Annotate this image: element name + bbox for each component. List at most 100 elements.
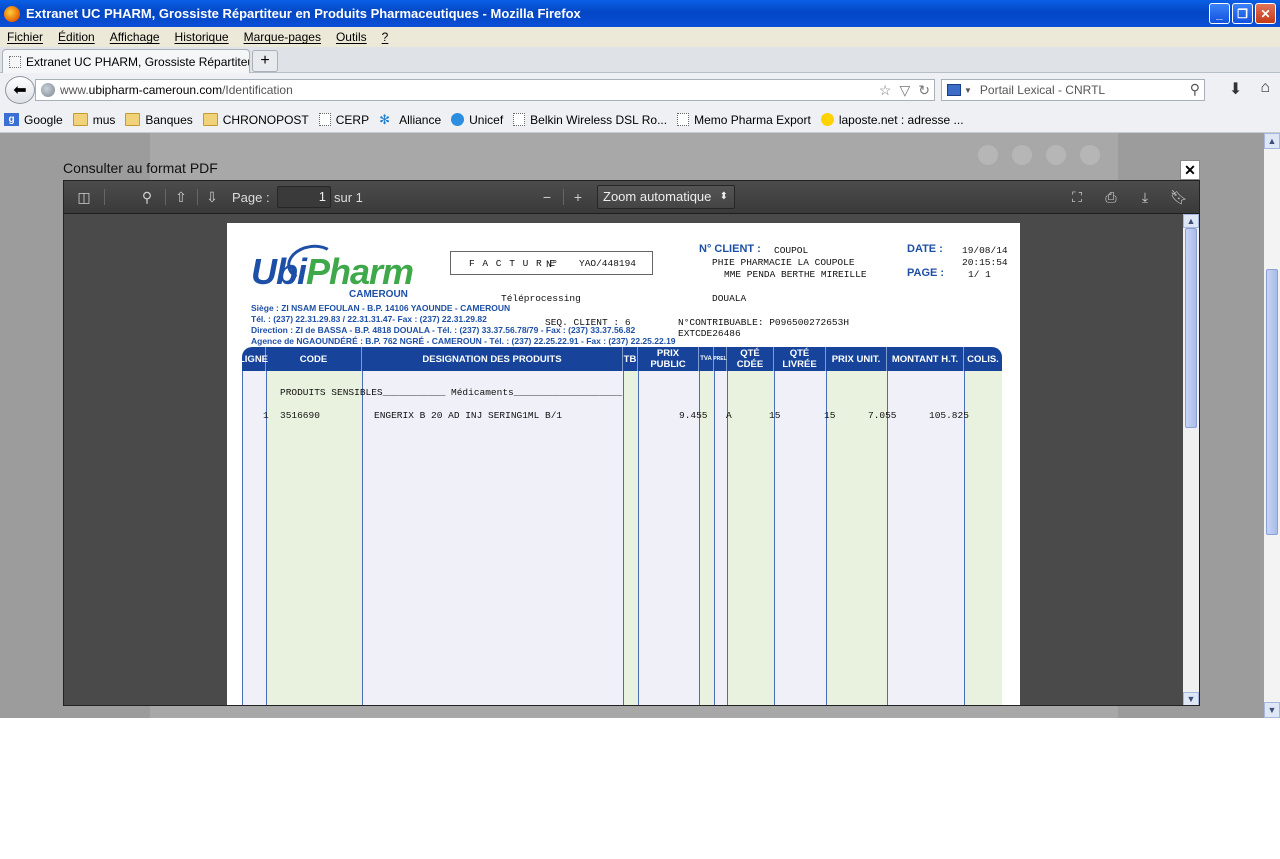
minimize-button[interactable]: _ [1209, 3, 1230, 24]
col-header-designation: DESIGNATION DES PRODUITS [362, 347, 623, 371]
col-header-colis: COLIS. [967, 353, 999, 365]
zoom-in-icon[interactable]: + [566, 187, 590, 207]
back-button[interactable]: ⬅ [5, 76, 35, 104]
dropdown-arrow-icon[interactable]: ▽ [899, 82, 910, 99]
col-header-tva: TVA [699, 347, 714, 371]
alliance-icon: ✻ [379, 112, 391, 127]
chevron-down-icon[interactable]: ▼ [964, 86, 972, 95]
find-icon[interactable]: ⚲ [135, 187, 159, 207]
previous-page-icon[interactable]: ⇧ [169, 187, 193, 207]
pdf-page: UbiPharm CAMEROUN Siège : ZI NSAM EFOULA… [227, 223, 1020, 705]
nav-right-buttons: ⬇ ⌂ [1229, 79, 1270, 99]
col-header-prix-public: PRIX PUBLIC [638, 347, 699, 371]
page-number-input[interactable]: 1 [277, 186, 331, 208]
page-icon [318, 113, 331, 126]
pdf-scroll-thumb[interactable] [1185, 228, 1197, 428]
logo-country: CAMEROUN [349, 289, 408, 300]
col-header-ligne: LIGNE [239, 347, 268, 371]
address-line: Siège : ZI NSAM EFOULAN - B.P. 14106 YAO… [251, 303, 511, 313]
tab-extranet[interactable]: Extranet UC PHARM, Grossiste Répartiteur… [2, 49, 250, 73]
search-placeholder: Portail Lexical - CNRTL [979, 83, 1106, 97]
col-header-montant: MONTANT H.T. [887, 347, 964, 371]
arrow-left-icon: ⬅ [13, 82, 27, 99]
col-prel [715, 371, 728, 705]
page-icon [9, 55, 21, 68]
maximize-button[interactable]: ❐ [1232, 3, 1253, 24]
city: DOUALA [712, 293, 747, 304]
home-icon[interactable]: ⌂ [1260, 79, 1270, 99]
print-icon[interactable]: ⎙ [1099, 187, 1123, 207]
col-tva [700, 371, 715, 705]
bookmark-chronopost[interactable]: CHRONOPOST [202, 113, 309, 127]
bookmark-unicef[interactable]: Unicef [451, 113, 503, 127]
bookmark-cerp[interactable]: CERP [318, 113, 369, 127]
menu-bar: Fichier Édition Affichage Historique Mar… [0, 27, 1280, 47]
bookmark-alliance[interactable]: ✻ Alliance [379, 113, 441, 127]
facture-label: F A C T U R E [469, 258, 557, 269]
laposte-icon [820, 113, 834, 126]
page-label: PAGE : [907, 267, 945, 279]
zoom-out-icon[interactable]: − [535, 187, 559, 207]
col-designation [363, 371, 624, 705]
col-code [267, 371, 363, 705]
menu-affichage[interactable]: Affichage [110, 30, 160, 44]
bookmark-memo-pharma[interactable]: Memo Pharma Export [677, 113, 811, 127]
cell-qte-cdee: 15 [769, 410, 781, 421]
pdf-scrollbar[interactable]: ▲ ▼ [1183, 214, 1199, 705]
next-page-icon[interactable]: ⇩ [200, 187, 224, 207]
scroll-up-icon[interactable]: ▲ [1264, 133, 1280, 149]
invoice-page: 1/ 1 [968, 269, 991, 280]
bookmark-belkin[interactable]: Belkin Wireless DSL Ro... [513, 113, 667, 127]
contribuable: N°CONTRIBUABLE: P096500272653H [678, 317, 850, 328]
modal-close-button[interactable]: ✕ [1180, 160, 1200, 180]
invoice-table-body: PRODUITS SENSIBLES___________ Médicament… [242, 371, 1002, 705]
window-controls: _ ❐ ✕ [1209, 3, 1276, 24]
menu-edition[interactable]: Édition [58, 30, 95, 44]
teleprocessing-label: Téléprocessing [501, 293, 581, 304]
reload-icon[interactable]: ↻ [918, 82, 930, 99]
close-window-button[interactable]: ✕ [1255, 3, 1276, 24]
menu-marque-pages[interactable]: Marque-pages [244, 30, 321, 44]
col-header-qte-livree: QTÉ LIVRÉE [774, 347, 826, 371]
col-tb [624, 371, 639, 705]
scroll-up-icon[interactable]: ▲ [1183, 214, 1199, 228]
bookmarks-bar: g Google mus Banques CHRONOPOST CERP ✻ All… [0, 107, 1280, 133]
scroll-down-icon[interactable]: ▼ [1183, 692, 1199, 705]
col-header-tb: TB [623, 347, 638, 371]
bookmark-banques[interactable]: Banques [125, 113, 193, 127]
bookmark-icon[interactable]: 🔖︎ [1167, 187, 1191, 207]
bookmark-star-icon[interactable]: ☆ [879, 82, 892, 99]
col-header-qte-cdee: QTÉ CDÉE [727, 347, 774, 371]
new-tab-button[interactable]: + [252, 50, 278, 72]
cart-icon [1012, 145, 1032, 165]
search-engine-icon[interactable] [947, 84, 961, 96]
menu-outils[interactable]: Outils [336, 30, 367, 44]
address-bar[interactable]: www.ubipharm-cameroun.com/Identification… [35, 79, 935, 101]
page-scroll-thumb[interactable] [1266, 269, 1278, 535]
cell-prix-public: 9.455 [679, 410, 708, 421]
menu-historique[interactable]: Historique [175, 30, 229, 44]
zoom-select[interactable]: Zoom automatique ⬍ [597, 185, 735, 209]
col-header-prix-unit: PRIX UNIT. [826, 347, 887, 371]
info-icon [1080, 145, 1100, 165]
bookmark-laposte[interactable]: laposte.net : adresse ... [820, 113, 964, 127]
search-icon[interactable]: ⚲ [1190, 81, 1200, 98]
menu-fichier[interactable]: Fichier [7, 30, 43, 44]
bookmark-mus[interactable]: mus [72, 113, 115, 127]
invoice-time: 20:15:54 [962, 257, 1008, 268]
folder-icon [202, 113, 218, 126]
address-line: Agence de NGAOUNDÉRÉ : B.P. 762 NGRÉ - C… [251, 336, 676, 346]
menu-help[interactable]: ? [382, 30, 389, 44]
sidebar-toggle-icon[interactable]: ◫ [72, 187, 96, 207]
fullscreen-icon[interactable]: ⛶ [1065, 187, 1089, 207]
invoice-number-box: F A C T U R E N° YAO/448194 [450, 251, 653, 275]
download-icon[interactable]: ⬇ [1229, 79, 1242, 99]
invoice-number: YAO/448194 [579, 258, 637, 269]
col-ligne [243, 371, 267, 705]
bookmark-google[interactable]: g Google [4, 113, 63, 127]
page-scrollbar[interactable]: ▲ ▼ [1264, 133, 1280, 718]
download-icon[interactable]: ⤓ [1133, 187, 1157, 207]
scroll-down-icon[interactable]: ▼ [1264, 702, 1280, 718]
tab-label: Extranet UC PHARM, Grossiste Répartiteur… [26, 54, 250, 69]
search-bar[interactable]: ▼ Portail Lexical - CNRTL ⚲ [941, 79, 1205, 101]
